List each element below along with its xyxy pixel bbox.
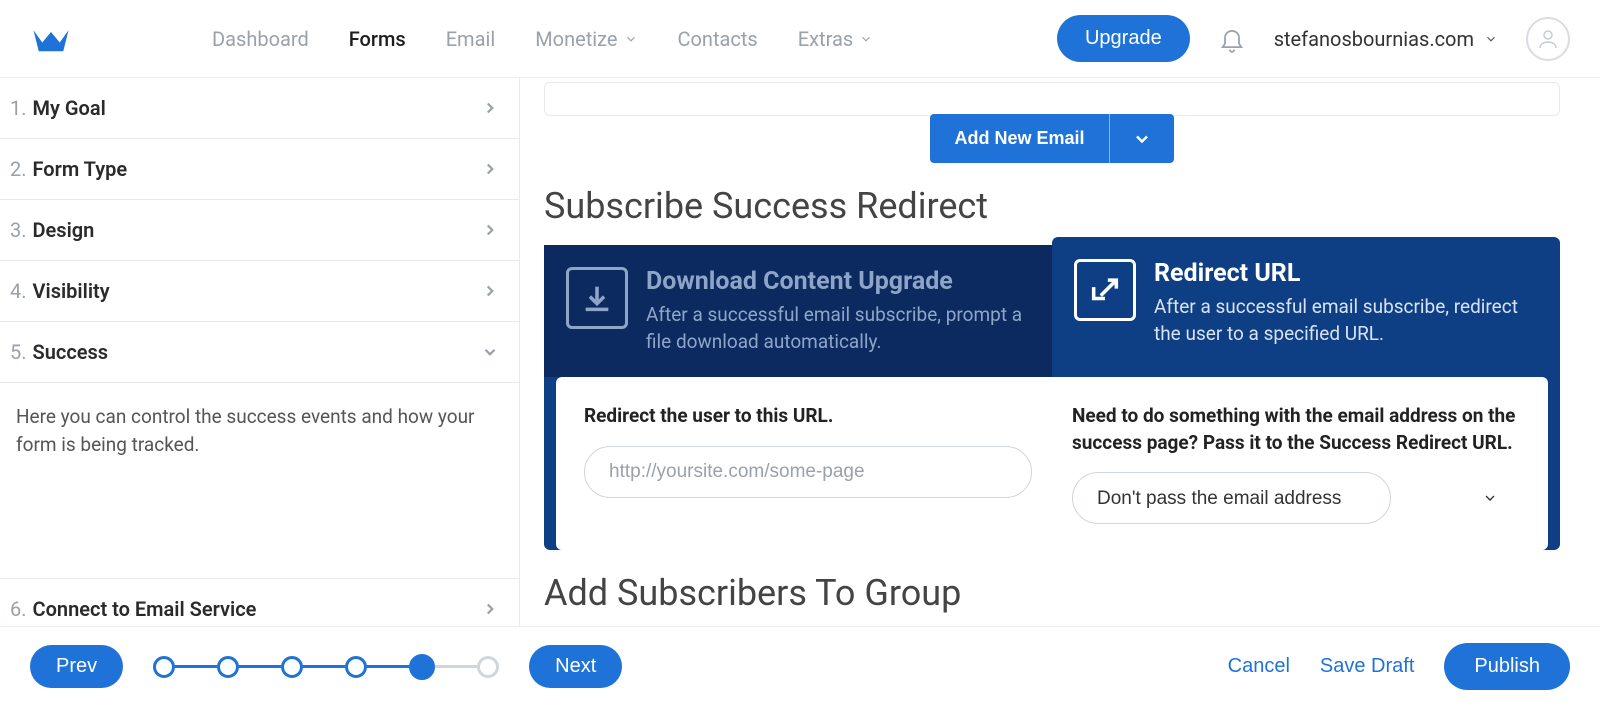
app-logo[interactable] (30, 18, 72, 60)
step-number: 4. (10, 279, 27, 303)
chevron-right-icon (481, 160, 499, 178)
nav-extras-label: Extras (798, 27, 853, 51)
upgrade-button[interactable]: Upgrade (1057, 15, 1190, 62)
step-number: 6. (10, 597, 27, 621)
nav-monetize[interactable]: Monetize (535, 27, 637, 51)
notifications-icon[interactable] (1218, 25, 1246, 53)
tab-redirect-desc: After a successful email subscribe, redi… (1154, 294, 1538, 347)
step-number: 5. (10, 340, 27, 364)
step-label: Form Type (33, 157, 128, 181)
chevron-right-icon (481, 600, 499, 618)
account-menu[interactable]: stefanosbournias.com (1274, 27, 1498, 51)
tab-download-content-upgrade[interactable]: Download Content Upgrade After a success… (544, 245, 1052, 377)
step-number: 1. (10, 96, 27, 120)
step-label: Visibility (33, 279, 110, 303)
chevron-right-icon (481, 99, 499, 117)
stepper-dot-4[interactable] (345, 656, 367, 678)
step-visibility[interactable]: 4.Visibility (0, 261, 519, 322)
pass-email-select[interactable]: Don't pass the email address (1072, 472, 1391, 524)
nav-extras[interactable]: Extras (798, 27, 873, 51)
step-number: 3. (10, 218, 27, 242)
step-label: Success (33, 340, 109, 364)
prev-button[interactable]: Prev (30, 645, 123, 688)
nav-contacts[interactable]: Contacts (678, 27, 758, 51)
step-my-goal[interactable]: 1.My Goal (0, 78, 519, 139)
publish-button[interactable]: Publish (1444, 643, 1570, 690)
step-form-type[interactable]: 2.Form Type (0, 139, 519, 200)
step-success-description: Here you can control the success events … (0, 383, 519, 578)
cancel-button[interactable]: Cancel (1228, 655, 1290, 678)
chevron-right-icon (481, 282, 499, 300)
redirect-url-input[interactable] (584, 446, 1032, 498)
chevron-down-icon (859, 32, 873, 46)
main-content: Add New Email Subscribe Success Redirect… (520, 78, 1600, 626)
section-title-group: Add Subscribers To Group (544, 572, 1560, 614)
stepper-dot-5-current[interactable] (409, 654, 435, 680)
nav-email[interactable]: Email (446, 27, 496, 51)
step-connect-email-service[interactable]: 6.Connect to Email Service (0, 578, 519, 626)
stepper-dot-2[interactable] (217, 656, 239, 678)
nav-monetize-label: Monetize (535, 27, 617, 51)
nav-dashboard[interactable]: Dashboard (212, 27, 309, 51)
step-number: 2. (10, 157, 27, 181)
tab-download-desc: After a successful email subscribe, prom… (646, 302, 1030, 355)
tab-download-title: Download Content Upgrade (646, 267, 1030, 296)
next-button[interactable]: Next (529, 645, 622, 688)
stepper-dot-3[interactable] (281, 656, 303, 678)
section-title-redirect: Subscribe Success Redirect (544, 185, 1560, 227)
wizard-stepper (153, 654, 499, 680)
nav-forms[interactable]: Forms (349, 27, 406, 51)
step-label: Connect to Email Service (33, 597, 257, 621)
chevron-down-icon (624, 32, 638, 46)
chevron-down-icon (1482, 490, 1498, 506)
chevron-right-icon (481, 221, 499, 239)
redirect-url-label: Redirect the user to this URL. (584, 403, 1032, 430)
tab-redirect-url[interactable]: Redirect URL After a successful email su… (1052, 237, 1560, 369)
chevron-down-icon (481, 343, 499, 361)
step-label: My Goal (33, 96, 106, 120)
tab-redirect-title: Redirect URL (1154, 259, 1538, 288)
avatar[interactable] (1526, 17, 1570, 61)
step-success[interactable]: 5.Success (0, 322, 519, 383)
step-design[interactable]: 3.Design (0, 200, 519, 261)
step-label: Design (33, 218, 95, 242)
redirect-card: Download Content Upgrade After a success… (544, 245, 1560, 550)
stepper-dot-6[interactable] (477, 656, 499, 678)
download-icon (566, 267, 628, 329)
main-nav: Dashboard Forms Email Monetize Contacts … (212, 27, 1057, 51)
add-email-dropdown-button[interactable] (1110, 114, 1174, 163)
account-name: stefanosbournias.com (1274, 27, 1474, 51)
redirect-icon (1074, 259, 1136, 321)
add-email-split-button: Add New Email (930, 114, 1173, 163)
save-draft-button[interactable]: Save Draft (1320, 655, 1414, 678)
add-new-email-button[interactable]: Add New Email (930, 114, 1108, 163)
steps-sidebar: 1.My Goal 2.Form Type 3.Design 4.Visibil… (0, 78, 520, 626)
chevron-down-icon (1484, 32, 1498, 46)
pass-email-label: Need to do something with the email addr… (1072, 403, 1520, 456)
email-list-placeholder (544, 82, 1560, 116)
stepper-dot-1[interactable] (153, 656, 175, 678)
